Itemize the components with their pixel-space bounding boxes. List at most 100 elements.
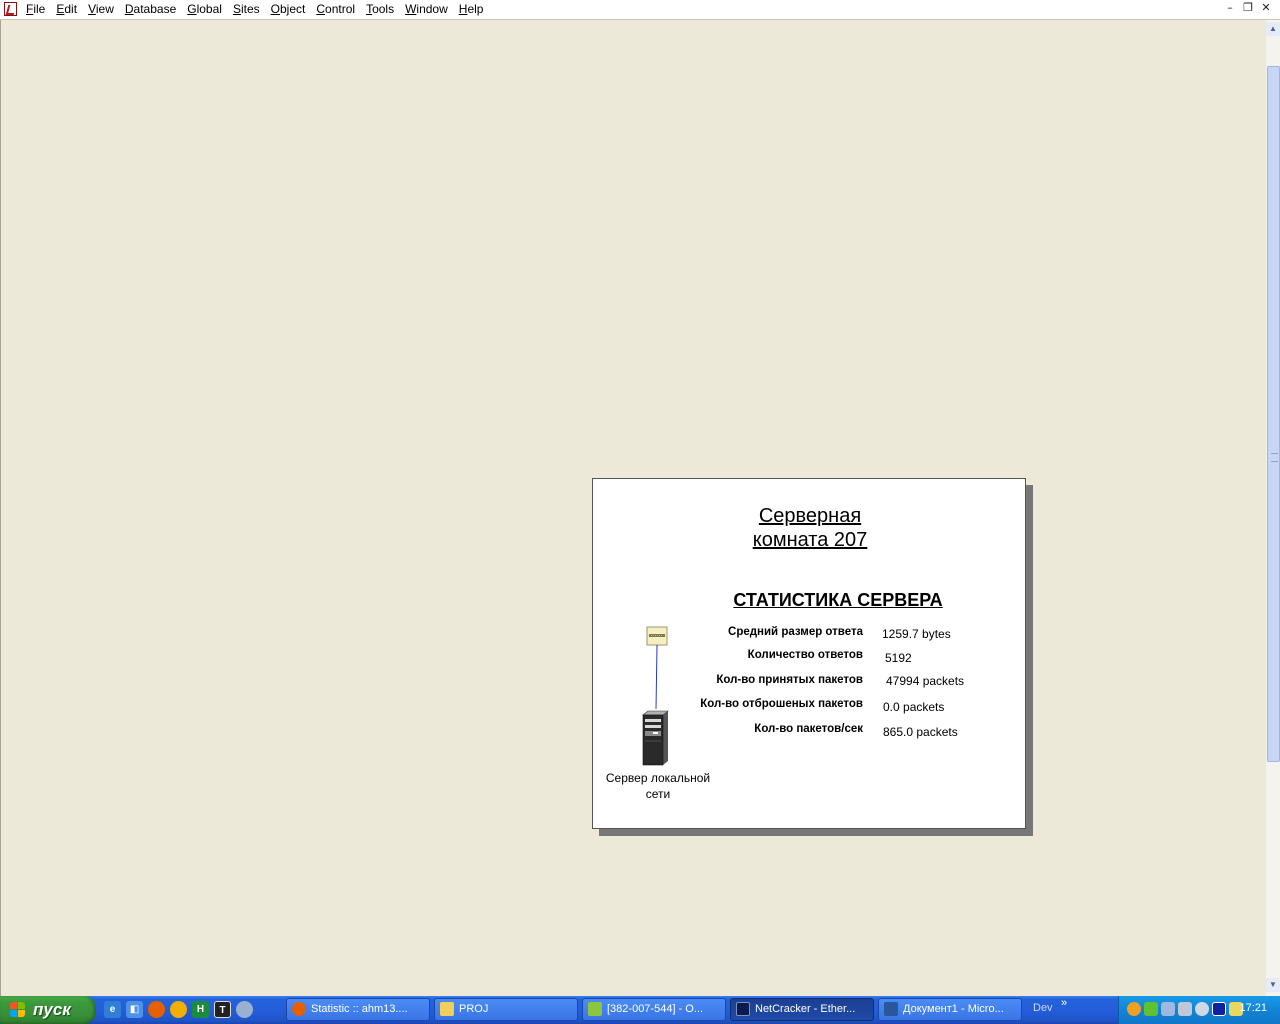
app-h-icon[interactable]: H <box>192 1001 209 1018</box>
room-title-line1: Серверная <box>758 505 862 527</box>
scroll-grip-icon <box>1271 453 1278 462</box>
firefox-icon[interactable] <box>148 1001 165 1018</box>
menu-label: atabase <box>133 2 177 16</box>
network-diagram <box>642 626 669 766</box>
menu-label: ites <box>240 2 260 16</box>
menu-mnemonic: D <box>124 2 134 16</box>
menu-mnemonic: C <box>316 2 326 16</box>
tray-play-icon[interactable] <box>1212 1002 1226 1016</box>
toolbar-overflow-chevron-icon[interactable]: » <box>1061 997 1067 1009</box>
task-netcracker[interactable]: NetCracker - Ether... <box>730 998 874 1021</box>
room-title-line2: комната 207 <box>752 529 868 551</box>
menu-help[interactable]: Help <box>459 2 484 16</box>
hub-icon[interactable] <box>646 626 668 646</box>
stat-value-packets-received: 47994 packets <box>886 674 965 688</box>
menu-sites[interactable]: Sites <box>233 2 260 16</box>
tray-flower-icon[interactable] <box>1144 1002 1158 1016</box>
restore-button[interactable]: ❐ <box>1240 1 1256 16</box>
dev-toolbar-label[interactable]: Dev <box>1033 1002 1053 1014</box>
stat-label-packets-dropped: Кол-во отброшеных пакетов <box>700 698 863 710</box>
close-button[interactable]: ✕ <box>1258 1 1274 16</box>
folder-icon <box>440 1002 454 1016</box>
server-label-line1: Сервер локальной <box>605 771 711 785</box>
menu-mnemonic: W <box>405 2 417 16</box>
menu-global[interactable]: Global <box>187 2 222 16</box>
menu-label: bject <box>280 2 306 16</box>
tray-network2-icon[interactable] <box>1178 1002 1192 1016</box>
task-statistic[interactable]: Statistic :: ahm13.... <box>286 998 430 1021</box>
menu-file[interactable]: File <box>26 2 45 16</box>
room-title: Серверная комната 207 <box>703 504 917 552</box>
menu-window[interactable]: Window <box>405 2 448 16</box>
menu-bar: File Edit View Database Global Sites Object Con… <box>0 0 1280 20</box>
ie-icon[interactable]: e <box>104 1001 121 1018</box>
stat-value-response-count: 5192 <box>885 651 912 665</box>
stat-label-avg-response-size: Средний размер ответа <box>728 626 863 638</box>
vertical-scrollbar[interactable]: ▲ ▼ <box>1266 20 1280 996</box>
menu-mnemonic: G <box>187 2 197 16</box>
task-label: Statistic :: ahm13.... <box>311 1003 408 1015</box>
task-proj[interactable]: PROJ <box>434 998 578 1021</box>
tray-network-icon[interactable] <box>1161 1002 1175 1016</box>
menu-label: iew <box>95 2 114 16</box>
menu-edit[interactable]: Edit <box>56 2 77 16</box>
task-word-document[interactable]: Документ1 - Micro... <box>878 998 1022 1021</box>
menu-list: File Edit View Database Global Sites Object Con… <box>26 2 494 16</box>
stat-value-packets-per-sec: 865.0 packets <box>883 725 958 739</box>
server-label-line2: сети <box>645 787 671 801</box>
menu-control[interactable]: Control <box>316 2 355 16</box>
menu-label: ools <box>372 2 395 16</box>
menu-mnemonic: V <box>88 2 96 16</box>
stat-label-response-count: Количество ответов <box>747 649 863 661</box>
tray-app-icon[interactable] <box>1127 1002 1141 1016</box>
clock-app-icon[interactable] <box>170 1001 187 1018</box>
tray-shield-icon[interactable] <box>1195 1002 1209 1016</box>
window-controls: – ❐ ✕ <box>1222 1 1274 16</box>
task-label: NetCracker - Ether... <box>755 1003 856 1015</box>
network-link[interactable] <box>655 644 658 710</box>
menu-label: dit <box>64 2 78 16</box>
scroll-up-button[interactable]: ▲ <box>1266 22 1280 36</box>
start-label: пуск <box>33 1000 71 1019</box>
system-tray: 17:21 <box>1118 996 1280 1024</box>
menu-mnemonic: O <box>270 2 280 16</box>
scroll-down-button[interactable]: ▼ <box>1266 978 1280 992</box>
firefox-icon <box>292 1002 306 1016</box>
quick-launch: e ◧ H T <box>104 1001 253 1018</box>
menu-label: lobal <box>196 2 222 16</box>
scroll-thumb[interactable] <box>1267 66 1280 762</box>
server-icon[interactable] <box>642 710 669 766</box>
menu-mnemonic: S <box>232 2 241 16</box>
word-icon <box>884 1002 898 1016</box>
netcracker-icon <box>736 1002 750 1016</box>
minimize-button[interactable]: – <box>1222 1 1238 16</box>
stat-label-packets-received: Кол-во принятых пакетов <box>716 674 863 686</box>
stat-label-packets-per-sec: Кол-во пакетов/сек <box>754 723 863 735</box>
menu-label: ile <box>33 2 46 16</box>
clock[interactable]: 17:21 <box>1239 1002 1267 1014</box>
app-icon[interactable] <box>4 2 17 16</box>
task-label: Документ1 - Micro... <box>903 1003 1004 1015</box>
windows-flag-icon <box>10 1002 26 1018</box>
taskbar: пуск e ◧ H T Statistic :: ahm13.... PROJ… <box>0 996 1280 1024</box>
stat-value-packets-dropped: 0.0 packets <box>883 700 945 714</box>
menu-database[interactable]: Database <box>125 2 176 16</box>
chat-icon <box>588 1002 602 1016</box>
app-t-icon[interactable]: T <box>214 1001 231 1018</box>
menu-label: ontrol <box>325 2 356 16</box>
menu-tools[interactable]: Tools <box>366 2 394 16</box>
task-label: [382-007-544] - O... <box>607 1003 703 1015</box>
desktop-icon[interactable]: ◧ <box>126 1001 143 1018</box>
menu-label: indow <box>416 2 448 16</box>
stats-title: СТАТИСТИКА СЕРВЕРА <box>733 590 943 610</box>
server-label: Сервер локальной сети <box>597 770 719 802</box>
start-button[interactable]: пуск <box>0 996 96 1024</box>
stat-value-avg-response-size: 1259.7 bytes <box>882 627 951 641</box>
menu-label: elp <box>467 2 484 16</box>
menu-object[interactable]: Object <box>271 2 306 16</box>
network-app-icon[interactable] <box>236 1001 253 1018</box>
task-chat[interactable]: [382-007-544] - O... <box>582 998 726 1021</box>
server-room-card[interactable]: Серверная комната 207 СТАТИСТИКА СЕРВЕРА… <box>592 478 1026 829</box>
task-label: PROJ <box>459 1003 489 1015</box>
menu-view[interactable]: View <box>88 2 114 16</box>
